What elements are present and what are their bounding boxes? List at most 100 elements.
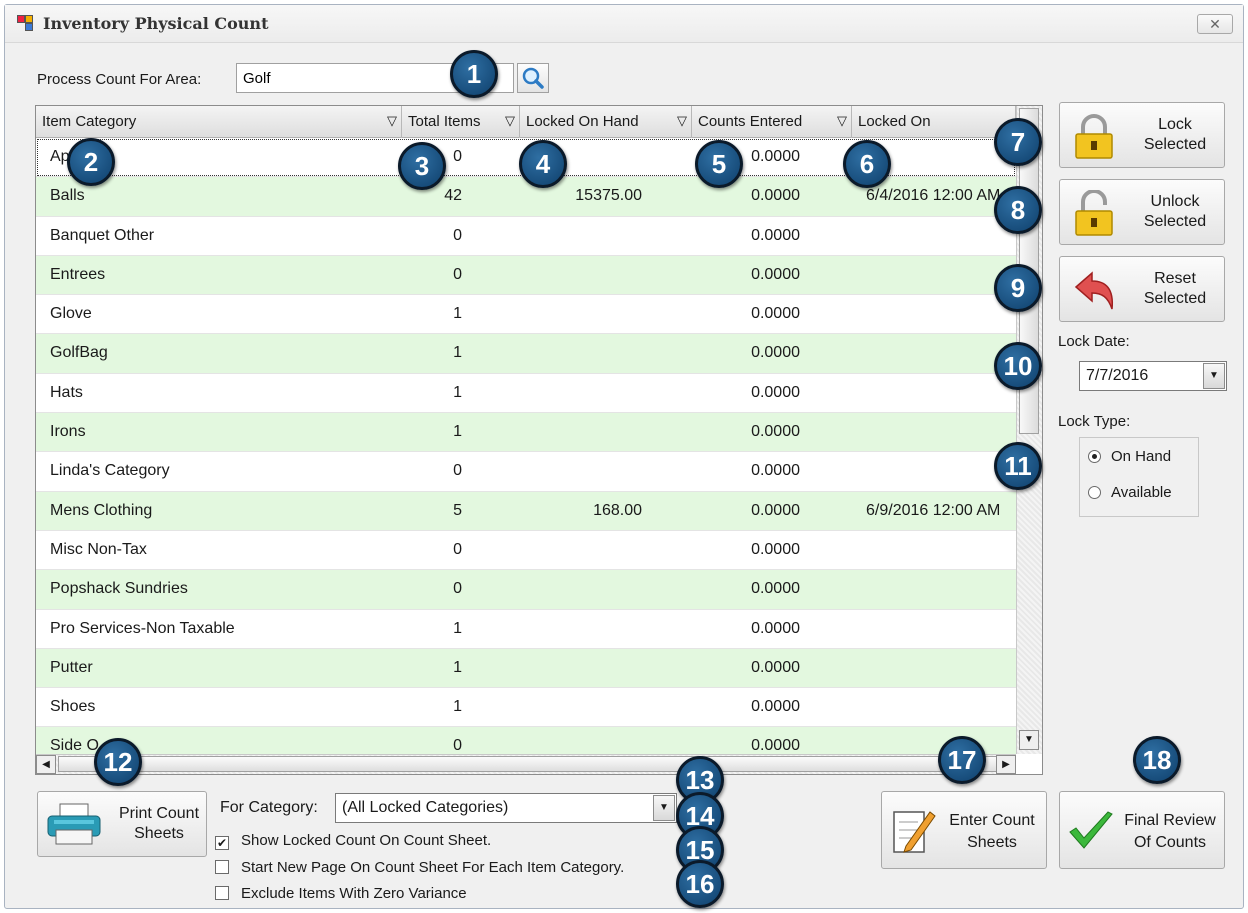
area-label: Process Count For Area: [37,71,202,88]
cell-category: Putter [50,658,93,676]
lock-date-picker[interactable]: 7/7/2016 ▼ [1079,361,1227,391]
print-count-sheets-label: Print Count Sheets [118,805,200,842]
cell-total-items: 42 [444,187,462,205]
cell-counts-entered: 0.0000 [751,383,800,401]
callout-badge-16: 16 [676,860,724,908]
callout-badge-7: 7 [994,118,1042,166]
cell-total-items: 1 [453,344,462,362]
callout-badge-9: 9 [994,264,1042,312]
checkbox-show-locked-count[interactable]: ✔ Show Locked Count On Count Sheet. [215,832,491,850]
scroll-down-arrow-icon[interactable]: ▼ [1019,730,1039,750]
callout-badge-2: 2 [67,138,115,186]
cell-locked-on-hand: 168.00 [593,501,642,519]
callout-badge-6: 6 [843,140,891,188]
table-row[interactable]: Hats 1 0.0000 [36,374,1016,414]
checkbox-new-page-per-category[interactable]: Start New Page On Count Sheet For Each I… [215,859,624,876]
radio-selected-icon [1088,450,1101,463]
table-row[interactable]: Popshack Sundries 0 0.0000 [36,570,1016,610]
reset-selected-label: Reset Selected [1143,270,1207,307]
cell-category: GolfBag [50,344,108,362]
filter-icon[interactable]: ▽ [677,113,687,129]
print-count-sheets-button[interactable]: Print Count Sheets [37,791,207,857]
cell-total-items: 0 [453,737,462,755]
cell-category: Hats [50,383,83,401]
cell-counts-entered: 0.0000 [751,698,800,716]
lock-type-label: Lock Type: [1058,413,1131,430]
cell-counts-entered: 0.0000 [751,501,800,519]
column-header-locked-on-hand[interactable]: Locked On Hand ▽ [520,106,692,138]
category-grid[interactable]: Item Category ▽ Total Items ▽ Locked On … [35,105,1043,775]
cell-counts-entered: 0.0000 [751,187,800,205]
lock-selected-button[interactable]: Lock Selected [1059,102,1225,168]
undo-arrow-icon [1074,271,1114,310]
for-category-select[interactable]: (All Locked Categories) ▼ [335,793,677,823]
horizontal-scrollbar[interactable]: ◀ ▶ [36,754,1016,774]
cell-counts-entered: 0.0000 [751,344,800,362]
radio-available[interactable]: Available [1088,484,1172,501]
cell-locked-on: 6/9/2016 12:00 AM [866,501,1001,519]
table-row[interactable]: Irons 1 0.0000 [36,413,1016,453]
table-row[interactable]: Mens Clothing 5 168.00 0.0000 6/9/2016 1… [36,491,1016,531]
final-review-label: Final Review Of Counts [1124,812,1216,851]
grid-rows: Ap 0 0.0000 Balls 42 15375.00 0.0000 6/4… [36,138,1016,767]
scroll-right-arrow-icon[interactable]: ▶ [996,755,1016,774]
reset-selected-button[interactable]: Reset Selected [1059,256,1225,322]
final-review-button[interactable]: Final Review Of Counts [1059,791,1225,869]
padlock-locked-icon [1075,114,1113,159]
scroll-left-arrow-icon[interactable]: ◀ [36,755,56,774]
lock-selected-label: Lock Selected [1143,116,1207,153]
cell-category: Side O [50,737,99,755]
cell-counts-entered: 0.0000 [751,658,800,676]
window-title: Inventory Physical Count [43,14,269,33]
enter-count-sheets-label: Enter Count Sheets [949,812,1035,851]
horizontal-scroll-thumb[interactable] [58,756,998,772]
table-row[interactable]: Putter 1 0.0000 [36,648,1016,689]
cell-counts-entered: 0.0000 [751,619,800,637]
cell-category: Banquet Other [50,226,155,244]
table-row[interactable]: Pro Services-Non Taxable 1 0.0000 [36,610,1016,649]
filter-icon[interactable]: ▽ [387,113,397,129]
title-bar: Inventory Physical Count ✕ [5,5,1243,43]
table-row[interactable]: Banquet Other 0 0.0000 [36,217,1016,256]
chevron-down-icon[interactable]: ▼ [1203,363,1225,389]
cell-category: Irons [50,423,86,441]
column-header-counts-entered[interactable]: Counts Entered ▽ [692,106,852,138]
cell-category: Mens Clothing [50,501,153,519]
cell-locked-on: 6/4/2016 12:00 AM [866,187,1001,205]
column-header-item-category[interactable]: Item Category ▽ [36,106,402,138]
close-button[interactable]: ✕ [1197,14,1233,34]
enter-count-sheets-button[interactable]: Enter Count Sheets [881,791,1047,869]
table-row[interactable]: Entrees 0 0.0000 [36,255,1016,296]
cell-total-items: 1 [453,698,462,716]
radio-on-hand[interactable]: On Hand [1088,448,1171,465]
cell-counts-entered: 0.0000 [751,265,800,283]
table-row[interactable]: Misc Non-Tax 0 0.0000 [36,531,1016,571]
cell-counts-entered: 0.0000 [751,737,800,755]
filter-icon[interactable]: ▽ [505,113,515,129]
table-row[interactable]: Glove 1 0.0000 [36,295,1016,335]
cell-total-items: 0 [453,462,462,480]
lock-date-value: 7/7/2016 [1086,367,1149,384]
cell-category: Balls [50,187,85,205]
area-search-button[interactable] [517,63,549,93]
table-row[interactable]: GolfBag 1 0.0000 [36,334,1016,374]
cell-counts-entered: 0.0000 [751,423,800,441]
column-label: Locked On Hand [526,113,639,130]
column-header-total-items[interactable]: Total Items ▽ [402,106,520,138]
cell-locked-on-hand: 15375.00 [575,187,642,205]
unlock-selected-button[interactable]: Unlock Selected [1059,179,1225,245]
lock-type-group: On Hand Available [1079,437,1199,517]
checkbox-empty-icon [215,860,229,874]
column-label: Item Category [42,113,137,130]
checkbox-exclude-zero-variance[interactable]: Exclude Items With Zero Variance [215,885,467,902]
table-row[interactable]: Shoes 1 0.0000 [36,688,1016,728]
grid-header: Item Category ▽ Total Items ▽ Locked On … [36,106,1016,138]
table-row[interactable]: Linda's Category 0 0.0000 [36,452,1016,492]
chevron-down-icon[interactable]: ▼ [653,795,675,821]
column-header-locked-on[interactable]: Locked On [852,106,1016,138]
cell-total-items: 0 [453,265,462,283]
callout-badge-8: 8 [994,186,1042,234]
filter-icon[interactable]: ▽ [837,113,847,129]
cell-total-items: 0 [453,580,462,598]
cell-category: Glove [50,305,92,323]
